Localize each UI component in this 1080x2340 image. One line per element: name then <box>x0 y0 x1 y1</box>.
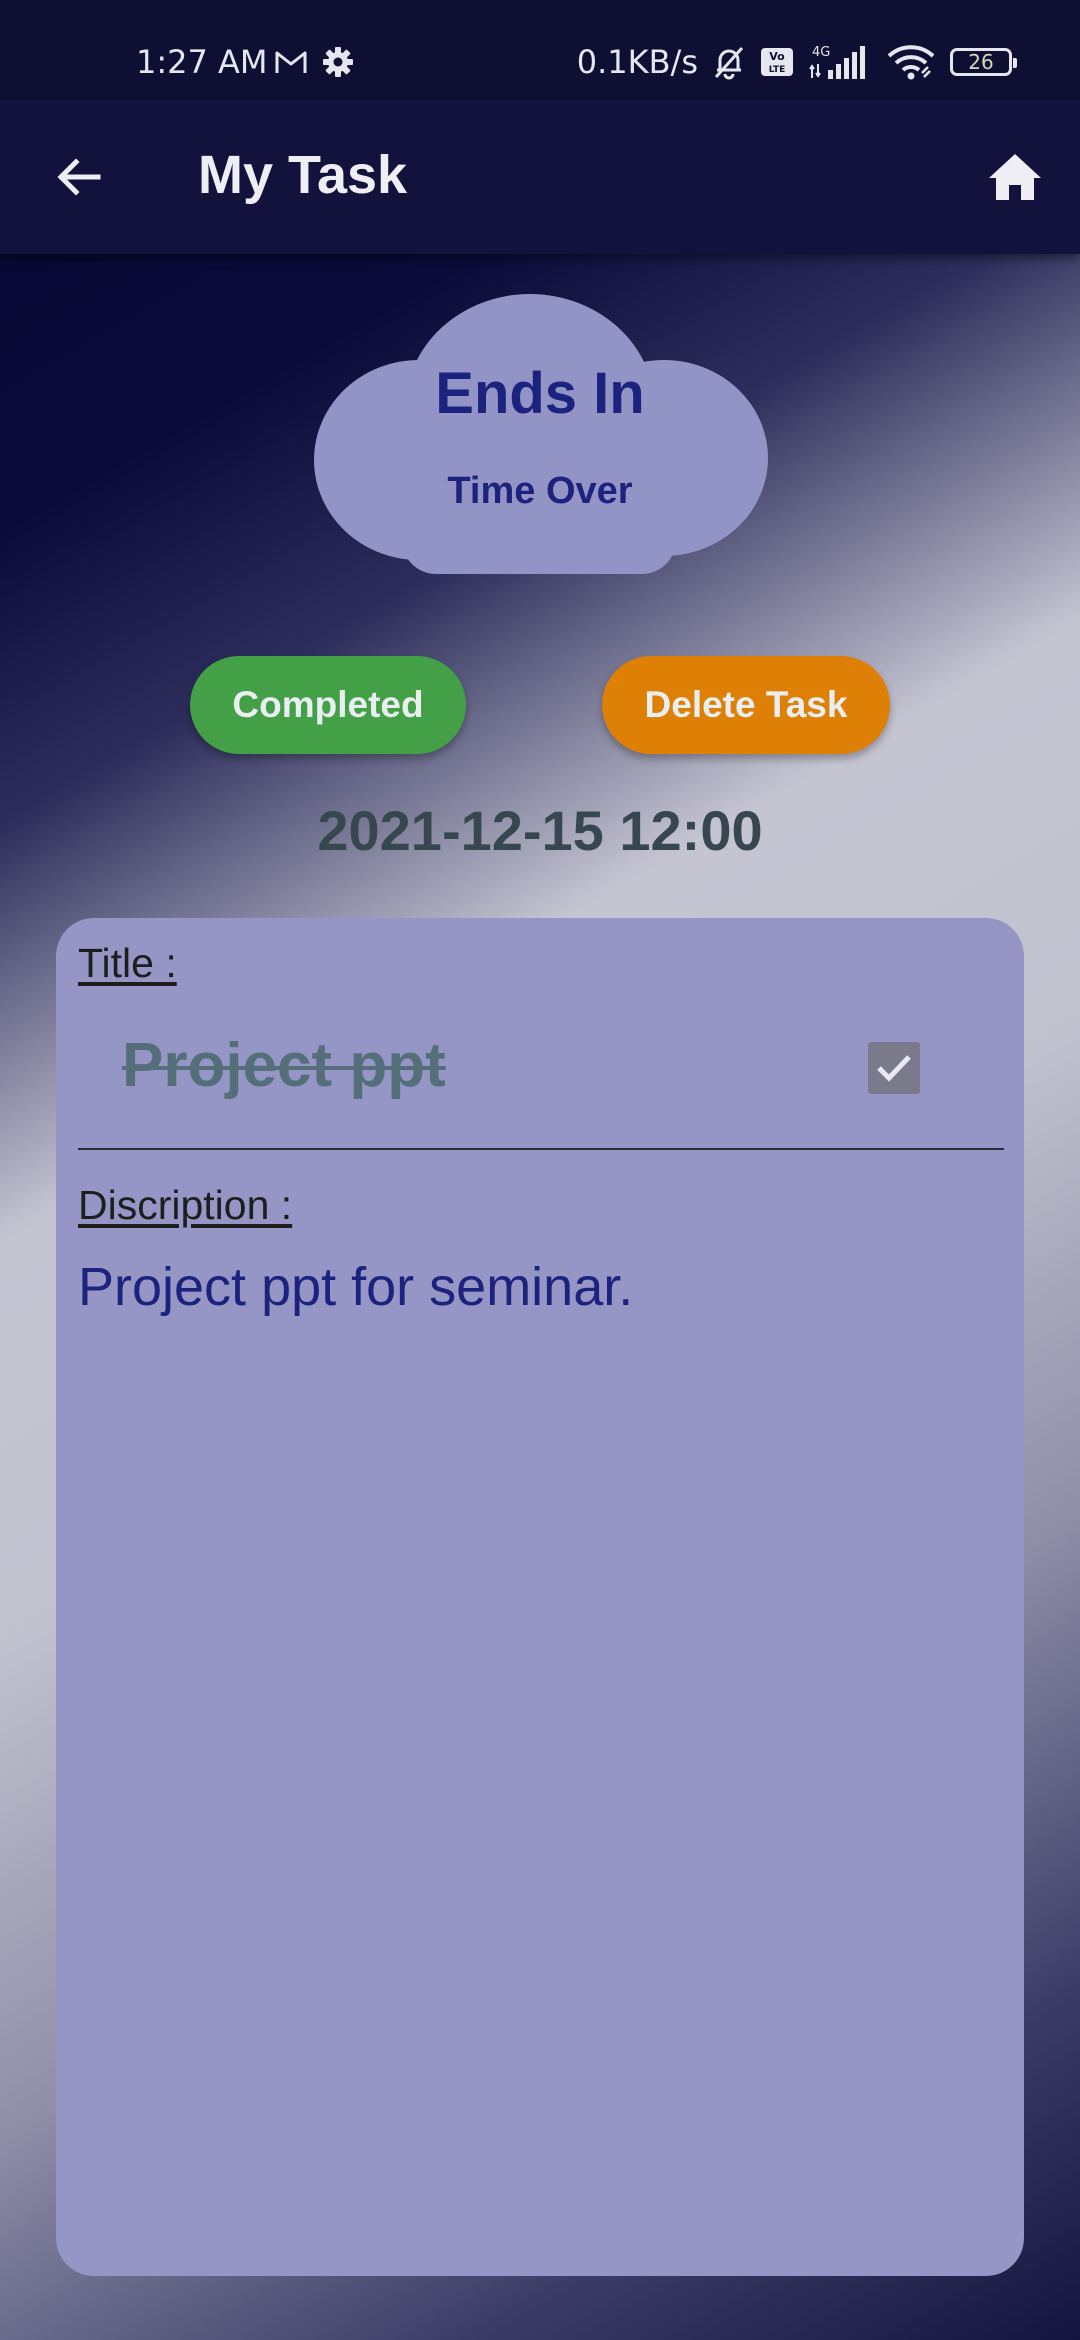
countdown-heading: Ends In <box>435 361 645 426</box>
delete-task-button[interactable]: Delete Task <box>602 656 890 754</box>
wifi-icon <box>886 43 936 81</box>
home-button[interactable] <box>980 142 1050 212</box>
task-card: Title : Project ppt Discription : Projec… <box>56 918 1024 2276</box>
check-icon <box>877 1055 911 1082</box>
svg-text:Vo: Vo <box>769 50 785 63</box>
page-title: My Task <box>198 145 408 205</box>
title-label: Title : <box>78 940 177 986</box>
task-title: Project ppt <box>122 1031 446 1100</box>
battery-level: 26 <box>968 50 994 74</box>
title-divider <box>78 1148 1004 1150</box>
countdown-cloud: Ends In Time Over <box>310 290 770 590</box>
gmail-icon <box>274 48 308 76</box>
home-icon <box>989 154 1041 200</box>
task-description: Project ppt for seminar. <box>78 1257 634 1317</box>
countdown-status: Time Over <box>447 470 633 512</box>
network-speed: 0.1KB/s <box>576 43 698 81</box>
svg-text:LTE: LTE <box>769 65 786 75</box>
task-completed-checkbox[interactable] <box>868 1042 920 1094</box>
volte-icon: Vo LTE <box>760 47 794 77</box>
battery-icon: 26 <box>950 48 1017 76</box>
back-button[interactable] <box>44 142 114 212</box>
settings-icon <box>322 46 354 78</box>
arrow-back-icon <box>57 158 101 196</box>
status-bar-right: 0.1KB/s Vo LTE 4G 26 <box>576 40 1017 84</box>
mute-bell-icon <box>712 44 746 80</box>
status-bar-left: 1:27 AM <box>136 40 354 84</box>
svg-text:4G: 4G <box>812 45 830 60</box>
status-bar: 1:27 AM 0.1KB/s Vo LTE 4G 26 <box>0 0 1080 100</box>
signal-icon: 4G <box>808 44 872 80</box>
description-label: Discription : <box>78 1182 293 1228</box>
app-bar: My Task <box>0 100 1080 254</box>
due-date: 2021-12-15 12:00 <box>317 799 763 862</box>
status-time: 1:27 AM <box>136 43 268 81</box>
completed-button[interactable]: Completed <box>190 656 466 754</box>
